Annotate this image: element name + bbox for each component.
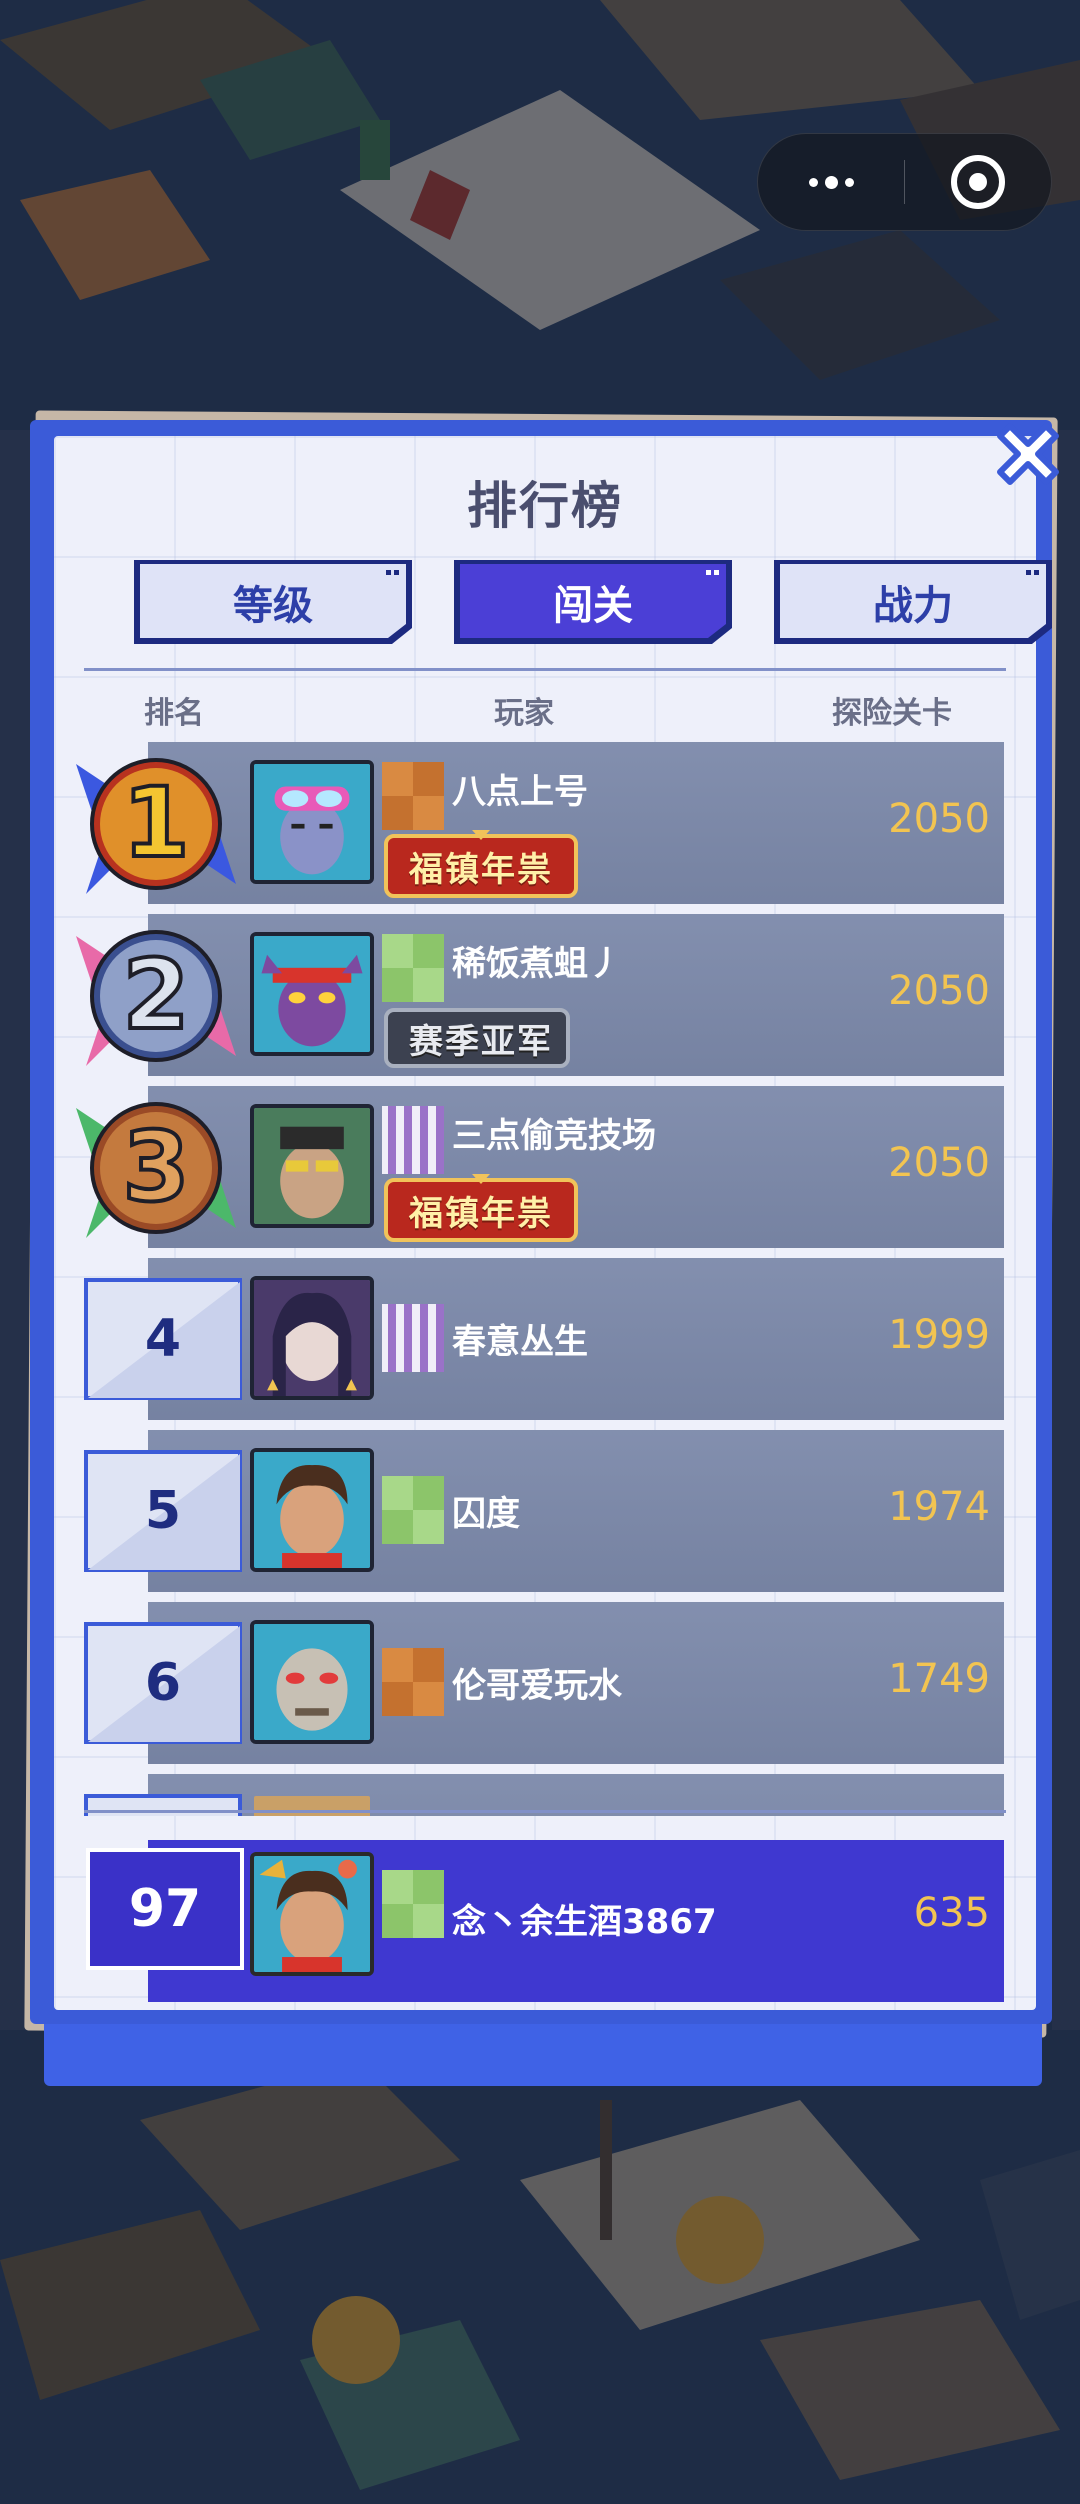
player-score: 1749 <box>888 1656 990 1702</box>
header-divider <box>84 668 1006 671</box>
close-button[interactable] <box>986 412 1070 496</box>
leaderboard-row[interactable]: 5 囚度 1974 <box>54 1430 1036 1592</box>
guild-flag-purple-icon <box>382 1304 444 1372</box>
title-badge-text: 赛季亚军 <box>409 1022 553 1062</box>
avatar[interactable] <box>250 1104 374 1228</box>
avatar[interactable] <box>250 760 374 884</box>
rank-number: 4 <box>144 1309 182 1369</box>
mini-program-capsule <box>757 133 1052 231</box>
player-score: 2050 <box>888 796 990 842</box>
rank-box: 4 <box>84 1278 242 1400</box>
tab-level[interactable]: 等级 <box>130 556 416 648</box>
player-name: 囚度 <box>452 1494 520 1534</box>
column-header-rank: 排名 <box>144 696 204 731</box>
guild-flag-green-icon <box>382 1870 444 1938</box>
title-badge: 赛季亚军 <box>382 1002 580 1072</box>
column-header-stage: 探险关卡 <box>832 696 952 731</box>
leaderboard-row[interactable]: 1 八点上号 福镇年祟 2050 <box>54 742 1036 904</box>
title-badge: 福镇年祟 <box>382 1174 580 1244</box>
player-name: 稀饭煮蛆丿 <box>452 944 622 984</box>
my-player-name: 念丶余生酒3867 <box>452 1902 717 1942</box>
column-header-player: 玩家 <box>494 696 554 731</box>
leaderboard-row[interactable]: 4 春意丛生 1999 <box>54 1258 1036 1420</box>
leaderboard-row[interactable]: 6 伦哥爱玩水 1749 <box>54 1602 1036 1764</box>
title-badge: 福镇年祟 <box>382 830 580 900</box>
player-score: 2050 <box>888 968 990 1014</box>
guild-flag-orange-icon <box>382 762 444 830</box>
leaderboard-list[interactable]: 1 八点上号 福镇年祟 2050 2 稀饭煮蛆丿 赛季亚军 2050 3 三点偷… <box>54 736 1036 1816</box>
rank-number: 6 <box>144 1653 182 1713</box>
more-button[interactable] <box>758 134 904 230</box>
guild-flag-orange-icon <box>382 1648 444 1716</box>
guild-flag-purple-icon <box>382 1106 444 1174</box>
leaderboard-content: 排行榜 等级 闯关 战力 排名 玩家 探险关卡 1 八点上号 福镇年祟 2050… <box>54 436 1052 2010</box>
tab-power-label: 战力 <box>873 583 953 629</box>
close-x-icon <box>997 423 1059 485</box>
tab-stage[interactable]: 闯关 <box>450 556 736 648</box>
title-badge-text: 福镇年祟 <box>409 1194 553 1234</box>
guild-flag-green-icon <box>382 934 444 1002</box>
player-name: 春意丛生 <box>452 1322 588 1362</box>
title-badge-text: 福镇年祟 <box>409 850 553 890</box>
rank-1-number: 1 <box>121 765 192 881</box>
self-row-divider <box>84 1810 1006 1813</box>
player-score: 1974 <box>888 1484 990 1530</box>
mini-program-close-icon <box>951 155 1005 209</box>
my-avatar[interactable] <box>250 1852 374 1976</box>
my-rank-row[interactable]: 97 念丶余生酒3867 635 <box>54 1824 1036 2002</box>
rank-3-number: 3 <box>121 1109 192 1225</box>
avatar[interactable] <box>250 1448 374 1572</box>
rank-number: 5 <box>144 1481 182 1541</box>
rank-box: 5 <box>84 1450 242 1572</box>
tab-level-label: 等级 <box>233 583 313 629</box>
avatar[interactable] <box>250 1620 374 1744</box>
tab-power[interactable]: 战力 <box>770 556 1056 648</box>
rank-box: 6 <box>84 1622 242 1744</box>
mini-program-close-button[interactable] <box>905 134 1051 230</box>
avatar[interactable] <box>250 932 374 1056</box>
leaderboard-row[interactable]: 2 稀饭煮蛆丿 赛季亚军 2050 <box>54 914 1036 1076</box>
my-player-score: 635 <box>913 1890 990 1936</box>
avatar[interactable] <box>250 1276 374 1400</box>
player-name: 伦哥爱玩水 <box>452 1666 622 1706</box>
rank-2-number: 2 <box>121 937 192 1053</box>
leaderboard-panel: 排行榜 等级 闯关 战力 排名 玩家 探险关卡 1 八点上号 福镇年祟 2050… <box>30 420 1052 2024</box>
player-score: 1999 <box>888 1312 990 1358</box>
player-name: 八点上号 <box>452 772 588 812</box>
tab-stage-label: 闯关 <box>553 583 633 629</box>
guild-flag-green-icon <box>382 1476 444 1544</box>
my-rank-number: 97 <box>86 1848 244 1970</box>
more-dots-icon <box>808 175 854 189</box>
player-score: 2050 <box>888 1140 990 1186</box>
leaderboard-row[interactable]: 3 三点偷竞技场 福镇年祟 2050 <box>54 1086 1036 1248</box>
player-name: 三点偷竞技场 <box>452 1116 656 1156</box>
panel-title: 排行榜 <box>467 477 623 535</box>
